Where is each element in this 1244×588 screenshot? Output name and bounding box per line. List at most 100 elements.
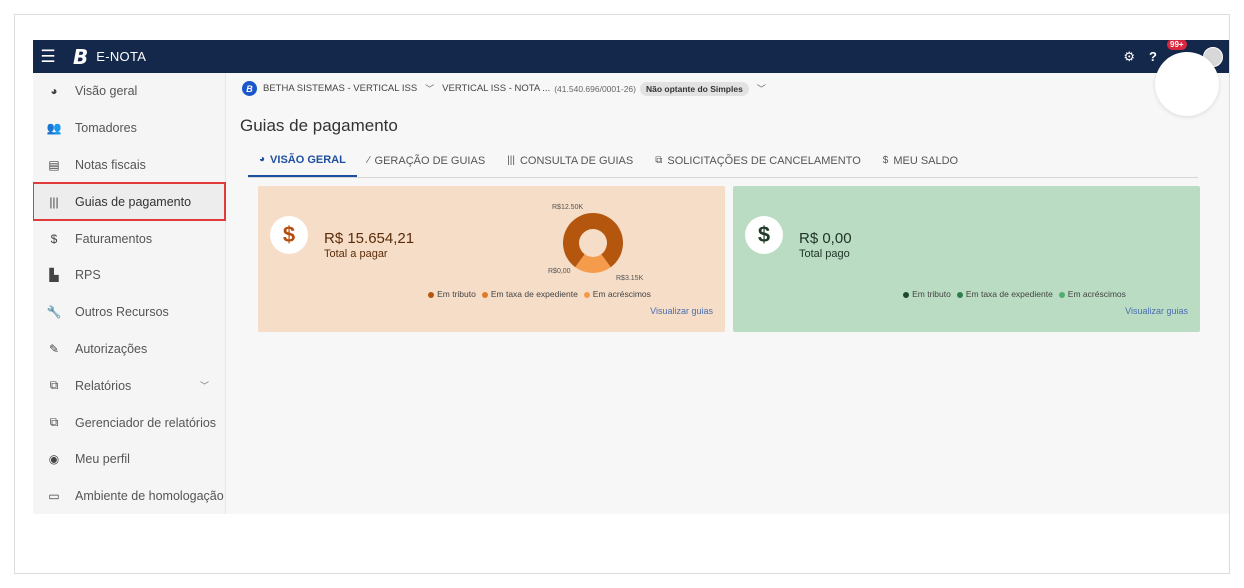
document-icon: ▤ (48, 157, 60, 172)
entity-selector[interactable]: BETHA SISTEMAS - VERTICAL ISS (263, 83, 417, 94)
chevron-down-icon[interactable]: ﹀ (200, 379, 209, 392)
sidebar-item-relatorios[interactable]: ⧉ Relatórios ﹀ (33, 367, 225, 404)
sidebar-item-label: Ambiente de homologação (75, 489, 224, 504)
regime-badge: Não optante do Simples (639, 81, 749, 96)
legend-item: Em tributo (903, 289, 951, 299)
legend-label: Em taxa de expediente (965, 289, 1053, 299)
sidebar-item-meu-perfil[interactable]: ◉ Meu perfil (33, 441, 225, 478)
legend-label: Em acréscimos (1067, 289, 1126, 299)
tab-label: MEU SALDO (893, 154, 959, 167)
tab-bar: ◕ VISÃO GERAL ⁄ GERAÇÃO DE GUIAS ||| CONSUL… (248, 152, 1198, 178)
sidebar-item-gerenciador-de-relatorios[interactable]: ⧉ Gerenciador de relatórios (33, 404, 225, 441)
legend-dot (956, 291, 963, 298)
context-bar: B BETHA SISTEMAS - VERTICAL ISS ﹀ VERTIC… (242, 81, 774, 96)
sidebar-item-faturamentos[interactable]: $ Faturamentos (33, 220, 225, 257)
barcode-icon: ||| (507, 155, 515, 166)
legend-item: Em taxa de expediente (956, 289, 1053, 299)
amount-label: Total a pagar (324, 248, 388, 260)
dollar-icon: $ (882, 155, 889, 166)
dollar-icon: $ (270, 216, 308, 254)
tab-label: VISÃO GERAL (270, 153, 346, 166)
settings-icon[interactable]: ⚙ (1123, 49, 1135, 65)
sidebar-item-ambiente-de-homologacao[interactable]: ▭ Ambiente de homologação (33, 478, 225, 514)
sidebar-item-label: RPS (75, 268, 101, 283)
sidebar-item-label: Gerenciador de relatórios (75, 415, 217, 430)
legend-label: Em taxa de expediente (490, 289, 578, 299)
copy-icon: ⧉ (49, 415, 59, 430)
chart-legend: Em tributo Em taxa de expediente Em acré… (258, 289, 725, 299)
sidebar-item-outros-recursos[interactable]: 🔧 Outros Recursos (33, 294, 225, 331)
legend-item: Em acréscimos (583, 289, 651, 299)
chart-legend: Em tributo Em taxa de expediente Em acré… (733, 289, 1200, 299)
sidebar-item-visao-geral[interactable]: ◕ Visão geral (33, 73, 225, 110)
top-bar: ☰ B E-NOTA ⚙ ? 99+ (33, 40, 1229, 73)
chevron-down-icon[interactable]: ﹀ (757, 82, 766, 95)
sidebar-item-label: Faturamentos (75, 231, 153, 246)
legend-label: Em tributo (912, 289, 951, 299)
sidebar-item-label: Meu perfil (75, 452, 130, 467)
amount-value: R$ 15.654,21 (324, 230, 415, 247)
pie-chart-icon: ◕ (259, 154, 266, 165)
sidebar-item-tomadores[interactable]: 👥 Tomadores (33, 110, 225, 147)
barcode-icon: ||| (49, 194, 59, 209)
amount-label: Total pago (799, 248, 850, 260)
card-total-a-pagar: $ R$ 15.654,21 Total a pagar R$12.50K R$… (258, 186, 725, 332)
wrench-icon: 🔧 (46, 305, 62, 320)
sidebar: ◕ Visão geral 👥 Tomadores ▤ Notas fiscais |… (33, 73, 226, 514)
legend-dot (481, 291, 488, 298)
legend-item: Em acréscimos (1058, 289, 1126, 299)
legend-dot (1058, 291, 1065, 298)
user-profile-popover[interactable] (1155, 52, 1219, 116)
notification-badge: 99+ (1167, 40, 1187, 50)
users-icon: 👥 (46, 121, 62, 136)
sidebar-item-label: Guias de pagamento (75, 194, 192, 209)
legend-dot (903, 291, 910, 298)
legend-dot (428, 291, 435, 298)
legend-dot (583, 291, 590, 298)
dollar-icon: $ (50, 231, 58, 246)
page-title: Guias de pagamento (240, 116, 398, 135)
edit-icon: ✎ (48, 341, 60, 356)
tab-label: GERAÇÃO DE GUIAS (374, 154, 486, 167)
company-cnpj: (41.540.696/0001-26) (554, 83, 636, 94)
main-content: B BETHA SISTEMAS - VERTICAL ISS ﹀ VERTIC… (226, 73, 1229, 514)
sidebar-item-label: Autorizações (75, 341, 148, 356)
tab-solicitacoes-de-cancelamento[interactable]: ⧉ SOLICITAÇÕES DE CANCELAMENTO (644, 152, 872, 177)
sidebar-item-autorizacoes[interactable]: ✎ Autorizações (33, 331, 225, 368)
menu-icon[interactable]: ☰ (33, 40, 63, 73)
sidebar-item-label: Relatórios (75, 378, 132, 393)
tab-consulta-de-guias[interactable]: ||| CONSULTA DE GUIAS (496, 152, 644, 177)
user-circle-icon: ◉ (48, 452, 60, 467)
data-label-tributo: R$12.50K (552, 204, 584, 211)
laptop-icon: ▭ (48, 489, 60, 504)
sidebar-item-notas-fiscais[interactable]: ▤ Notas fiscais (33, 147, 225, 184)
sidebar-item-label: Visão geral (75, 84, 138, 99)
legend-item: Em tributo (428, 289, 476, 299)
brand-name[interactable]: E-NOTA (96, 49, 146, 64)
copy-icon: ⧉ (655, 155, 663, 166)
sidebar-item-label: Tomadores (75, 121, 137, 136)
pie-chart-icon: ◕ (50, 84, 58, 99)
tab-visao-geral[interactable]: ◕ VISÃO GERAL (248, 152, 357, 177)
brand-logo[interactable]: B (73, 45, 88, 69)
help-icon[interactable]: ? (1149, 49, 1157, 64)
amount-value: R$ 0,00 (799, 230, 852, 247)
dollar-icon: $ (745, 216, 783, 254)
tab-geracao-de-guias[interactable]: ⁄ GERAÇÃO DE GUIAS (357, 152, 496, 177)
company-selector[interactable]: VERTICAL ISS - NOTA ... (442, 83, 550, 94)
sidebar-item-guias-de-pagamento[interactable]: ||| Guias de pagamento (33, 182, 226, 222)
sidebar-item-rps[interactable]: ▙ RPS (33, 257, 225, 294)
sidebar-item-label: Notas fiscais (75, 157, 146, 172)
tab-label: SOLICITAÇÕES DE CANCELAMENTO (667, 154, 861, 167)
tab-label: CONSULTA DE GUIAS (519, 154, 634, 167)
magic-wand-icon: ⁄ (367, 155, 370, 166)
view-guides-link[interactable]: Visualizar guias (650, 306, 713, 316)
legend-label: Em tributo (437, 289, 476, 299)
tab-meu-saldo[interactable]: $ MEU SALDO (872, 152, 969, 177)
copy-icon: ⧉ (49, 378, 59, 393)
view-guides-link[interactable]: Visualizar guias (1125, 306, 1188, 316)
app-window: ☰ B E-NOTA ⚙ ? 99+ ◕ Visão geral 👥 Tomador… (33, 40, 1229, 514)
chevron-down-icon[interactable]: ﹀ (425, 82, 434, 95)
legend-item: Em taxa de expediente (481, 289, 578, 299)
entity-logo-icon: B (242, 81, 257, 96)
